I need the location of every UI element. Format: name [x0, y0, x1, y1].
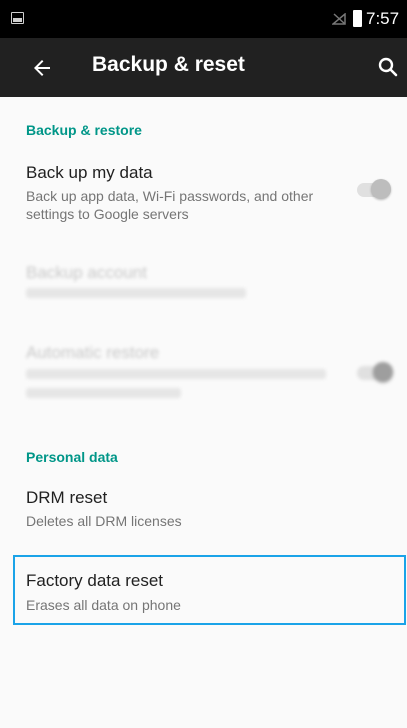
automatic-restore-toggle — [357, 362, 393, 382]
battery-icon — [353, 10, 362, 27]
toggle-knob — [371, 179, 391, 199]
page-title: Backup & reset — [92, 53, 245, 76]
selection-highlight — [13, 555, 406, 625]
backup-account-title: Backup account — [26, 263, 147, 282]
back-up-my-data-summary: Back up app data, Wi-Fi passwords, and o… — [26, 188, 314, 222]
search-icon[interactable] — [376, 55, 400, 79]
drm-reset-summary: Deletes all DRM licenses — [26, 513, 182, 529]
status-time: 7:57 — [366, 9, 400, 28]
section-header-backup-restore: Backup & restore — [26, 122, 142, 138]
backup-account-summary — [26, 288, 246, 298]
no-signal-icon — [330, 12, 346, 25]
automatic-restore-summary-line-1 — [26, 369, 326, 379]
back-arrow-icon[interactable] — [30, 56, 54, 80]
automatic-restore-summary-line-2 — [26, 388, 181, 398]
drm-reset-title: DRM reset — [26, 488, 108, 507]
back-up-my-data-title: Back up my data — [26, 163, 153, 182]
section-header-personal-data: Personal data — [26, 449, 118, 465]
back-up-my-data-toggle[interactable] — [357, 179, 391, 199]
automatic-restore-title: Automatic restore — [26, 343, 160, 362]
notification-image-icon — [11, 12, 24, 24]
toggle-knob — [373, 362, 393, 382]
status-bar: 7:57 — [0, 0, 407, 38]
app-bar: Backup & reset — [0, 38, 407, 97]
